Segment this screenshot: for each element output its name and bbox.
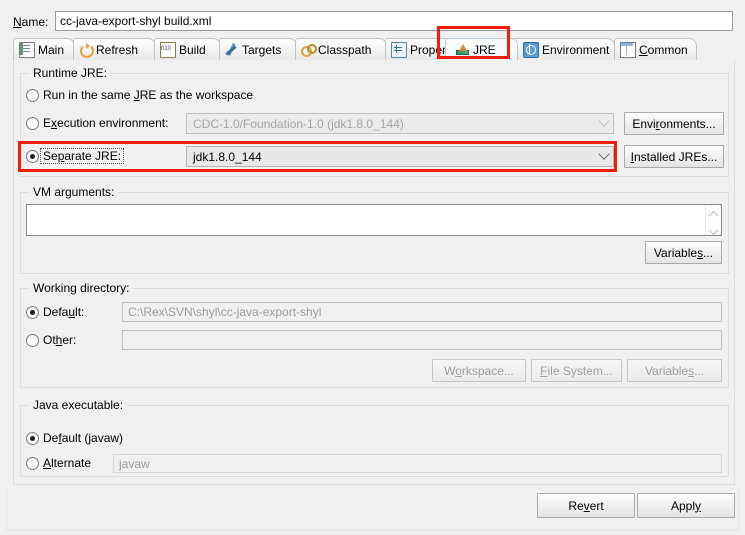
workspace-button[interactable]: Workspace... [432,359,526,382]
radio-dot [26,149,39,163]
targets-icon [225,43,239,57]
working-dir-variables-button[interactable]: Variables... [627,359,722,382]
environments-button[interactable]: Environments... [624,112,724,135]
tab-environment-label: Environment [542,42,610,57]
runtime-jre-group-title: Runtime JRE: [29,66,112,80]
tab-refresh[interactable]: Refresh [73,38,156,60]
radio-dot [26,456,39,470]
radio-working-dir-default-label: Default: [43,305,85,319]
workspace-button-label: Workspace... [444,363,514,378]
vm-arguments-group-title: VM arguments: [29,185,119,199]
classpath-icon [301,43,317,57]
java-executable-group-title: Java executable: [29,398,128,412]
environment-icon [523,41,539,58]
revert-button-label: Revert [568,498,604,513]
radio-dot [26,88,39,102]
tab-classpath-label: Classpath [318,42,372,57]
name-row: Name: [13,11,735,33]
radio-run-same-jre-label: Run in the same JRE as the workspace [43,88,254,102]
vm-arguments-field[interactable] [26,204,722,236]
tab-jre[interactable]: JRE [445,38,518,60]
tab-jre-label: JRE [473,42,496,57]
radio-separate-jre-label: Separate JRE: [40,148,125,164]
radio-java-exec-default[interactable]: Default (javaw) [26,431,123,445]
launch-configuration-dialog: Name: Main Refresh Build Targets Classpa… [0,0,745,535]
refresh-icon [79,42,94,58]
name-input[interactable] [55,11,733,31]
chevron-down-icon[interactable] [706,225,721,238]
common-icon [620,41,636,58]
working-dir-variables-button-label: Variables... [644,363,705,378]
properties-icon [391,41,407,58]
execution-environment-combo[interactable]: CDC-1.0/Foundation-1.0 (jdk1.8.0_144) [186,113,614,134]
working-dir-other-input[interactable] [122,330,722,350]
chevron-down-icon [595,147,613,166]
working-dir-default-input [122,302,722,322]
java-exec-alternate-input[interactable] [113,454,722,473]
radio-dot [26,431,39,445]
tab-strip: Main Refresh Build Targets Classpath Pro… [13,38,735,61]
radio-separate-jre[interactable]: Separate JRE: [26,148,125,164]
radio-run-same-jre[interactable]: Run in the same JRE as the workspace [26,88,253,102]
tab-build[interactable]: Build [154,38,221,60]
tab-refresh-label: Refresh [96,42,139,57]
installed-jres-button[interactable]: Installed JREs... [624,145,724,168]
tab-targets-label: Targets [242,42,282,57]
chevron-up-icon[interactable] [706,208,721,221]
execution-environment-value: CDC-1.0/Foundation-1.0 (jdk1.8.0_144) [193,116,404,131]
radio-java-exec-alternate-label: Alternate [43,456,92,470]
file-system-button[interactable]: File System... [531,359,622,382]
installed-jres-button-label: Installed JREs... [630,149,718,164]
apply-button-label: Apply [670,498,702,513]
apply-button[interactable]: Apply [637,493,735,518]
radio-execution-environment[interactable]: Execution environment: [26,116,168,130]
radio-java-exec-default-label: Default (javaw) [43,431,124,445]
environments-button-label: Environments... [632,116,716,131]
tab-build-label: Build [179,42,206,57]
tab-targets[interactable]: Targets [219,38,297,60]
separate-jre-combo[interactable]: jdk1.8.0_144 [186,146,614,167]
vm-arguments-scrollbar[interactable] [705,205,721,238]
document-icon [19,41,35,58]
jre-icon [456,43,470,57]
radio-dot [26,116,39,130]
radio-working-dir-other[interactable]: Other: [26,333,76,347]
vm-arguments-variables-button[interactable]: Variables... [645,241,722,264]
tab-common-label: Common [639,42,688,57]
file-system-button-label: File System... [540,363,613,378]
working-directory-group-title: Working directory: [29,281,134,295]
radio-dot [26,305,39,319]
tab-main[interactable]: Main [13,38,75,60]
vm-arguments-textarea[interactable] [27,205,705,235]
tab-environment[interactable]: Environment [510,38,615,60]
radio-working-dir-other-label: Other: [43,333,77,347]
revert-button[interactable]: Revert [537,493,635,518]
chevron-down-icon [595,114,613,133]
radio-execution-environment-label: Execution environment: [43,116,169,130]
tab-classpath[interactable]: Classpath [295,38,387,60]
build-icon [160,41,176,58]
vm-arguments-variables-button-label: Variables... [653,245,714,260]
name-label: Name: [13,15,49,29]
separate-jre-value: jdk1.8.0_144 [193,149,262,164]
tab-common[interactable]: Common [614,38,697,60]
radio-dot [26,333,39,347]
radio-java-exec-alternate[interactable]: Alternate [26,456,91,470]
radio-working-dir-default[interactable]: Default: [26,305,84,319]
tab-main-label: Main [38,42,65,57]
